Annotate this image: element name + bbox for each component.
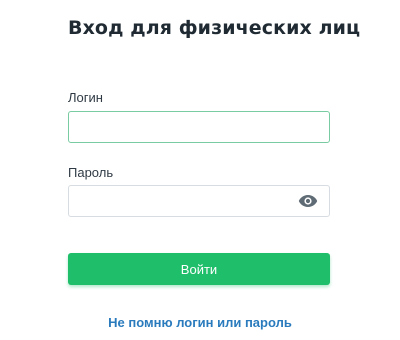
eye-icon[interactable] <box>298 194 318 208</box>
forgot-credentials-link[interactable]: Не помню логин или пароль <box>108 315 292 330</box>
login-label: Логин <box>68 90 103 105</box>
password-field-container <box>68 185 330 217</box>
forgot-credentials-link-row: Не помню логин или пароль <box>0 315 400 330</box>
login-button[interactable]: Войти <box>68 253 330 285</box>
password-input[interactable] <box>69 186 329 216</box>
password-label: Пароль <box>68 165 114 180</box>
login-field-container <box>68 111 330 143</box>
page-title: Вход для физических лиц <box>68 17 361 39</box>
login-page: Вход для физических лиц Логин Пароль Вой… <box>0 0 400 340</box>
login-input[interactable] <box>69 112 329 142</box>
